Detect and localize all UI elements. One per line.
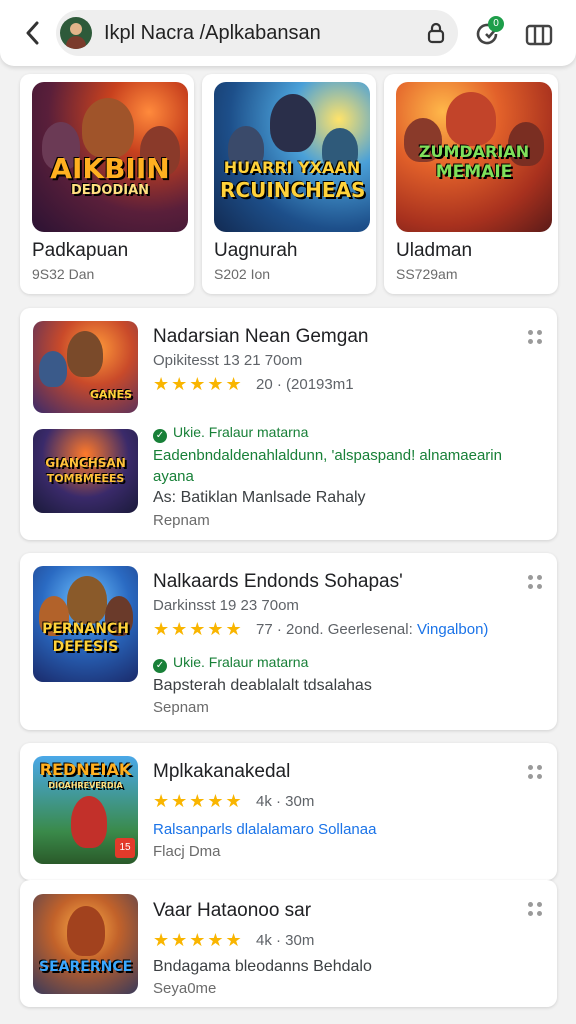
more-options-button[interactable] xyxy=(528,330,542,344)
more-options-button[interactable] xyxy=(528,575,542,589)
app-list-card[interactable]: REDNEIAK DIOAHREVERDIA 15 Mplkakanakedal… xyxy=(20,743,557,880)
app-title: Mplkakanakedal xyxy=(153,761,291,782)
app-footer-text: Flacj Dma xyxy=(153,843,221,860)
featured-app-subtitle: S202 Ion xyxy=(214,266,271,282)
character-figure xyxy=(71,796,107,848)
artwork-subtitle: DEDODIAN xyxy=(70,183,150,198)
app-description: Bndagama bleodanns Behdalo xyxy=(153,958,372,975)
rating-note: 4k · 30m xyxy=(256,932,315,949)
app-list-card[interactable]: GANES GIANCHSAN TOMBMEEES Nadarsian Nean… xyxy=(20,308,557,540)
verified-note: ✓ Ukie. Fralaur matarna xyxy=(153,424,308,443)
app-artwork: AIKBIIN DEDODIAN xyxy=(32,82,188,232)
artwork-subtitle: MEMAIE xyxy=(435,162,513,182)
app-meta: Opikitesst 13 21 70om xyxy=(153,352,303,369)
star-rating: ★★★★★ xyxy=(153,374,244,394)
app-footer-text: Repnam xyxy=(153,512,210,529)
app-icon: GANES xyxy=(33,321,138,413)
star-rating: ★★★★★ xyxy=(153,791,244,811)
featured-app-title: Uagnurah xyxy=(214,240,298,261)
artwork-title: ZUMDARIAN xyxy=(418,142,530,161)
more-options-button[interactable] xyxy=(528,902,542,916)
featured-app-title: Uladman xyxy=(396,240,473,261)
artwork-title: SEARERNCE xyxy=(39,959,133,975)
featured-app-card[interactable]: ZUMDARIAN MEMAIE Uladman SS729am xyxy=(384,74,558,294)
star-rating: ★★★★★ xyxy=(153,930,244,950)
artwork-subtitle: DIOAHREVERDIA xyxy=(48,781,123,790)
chevron-left-icon xyxy=(26,21,39,45)
app-meta: Darkinsst 19 23 70om xyxy=(153,597,299,614)
rating-note: 4k · 30m xyxy=(256,793,315,810)
back-button[interactable] xyxy=(20,20,46,46)
artwork-subtitle: DEFESIS xyxy=(52,639,119,655)
featured-app-card[interactable]: HUARRI YXAAN RCUINCHEAS Uagnurah S202 Io… xyxy=(202,74,376,294)
verified-text: Ukie. Fralaur matarna xyxy=(173,654,309,670)
app-icon: REDNEIAK DIOAHREVERDIA 15 xyxy=(33,756,138,864)
artwork-title: AIKBIIN xyxy=(50,152,170,185)
featured-app-subtitle: SS729am xyxy=(396,266,458,282)
app-title: Nalkaards Endonds Sohapas' xyxy=(153,571,403,592)
rating-note-text: 77 · 2ond. Geerlesenal: xyxy=(256,621,413,638)
artwork-subtitle: TOMBMEEES xyxy=(46,472,125,485)
star-rating: ★★★★★ xyxy=(153,619,244,639)
featured-app-subtitle: 9S32 Dan xyxy=(32,266,95,282)
character-figure xyxy=(39,351,67,387)
app-artwork: HUARRI YXAAN RCUINCHEAS xyxy=(214,82,370,232)
more-options-button[interactable] xyxy=(528,765,542,779)
lock-icon[interactable] xyxy=(426,22,446,44)
app-title: Nadarsian Nean Gemgan xyxy=(153,326,369,347)
featured-app-title: Padkapuan xyxy=(32,240,129,261)
rating-note: 77 · 2ond. Geerlesenal: Vingalbon) xyxy=(256,621,488,638)
top-app-bar: Ikpl Nacra /Aplkabansan 0 xyxy=(0,0,576,66)
character-figure xyxy=(82,98,134,158)
search-bar[interactable]: Ikpl Nacra /Aplkabansan xyxy=(56,10,458,56)
app-footer-text: Seya0me xyxy=(153,980,217,997)
artwork-title: PERNANCH xyxy=(42,621,129,637)
app-icon: GIANCHSAN TOMBMEEES xyxy=(33,429,138,513)
app-link[interactable]: Ralsanparls dlalalamaro Sollanaa xyxy=(153,821,376,838)
app-footer-text: Sepnam xyxy=(153,699,209,716)
notification-badge: 0 xyxy=(488,16,504,32)
artwork-title: GANES xyxy=(89,388,132,401)
verified-text: Ukie. Fralaur matarna xyxy=(173,424,309,440)
app-list-card[interactable]: PERNANCH DEFESIS Nalkaards Endonds Sohap… xyxy=(20,553,557,730)
library-icon[interactable] xyxy=(524,20,554,48)
character-figure xyxy=(270,94,316,152)
app-icon: PERNANCH DEFESIS xyxy=(33,566,138,682)
avatar[interactable] xyxy=(60,17,92,49)
search-query[interactable]: Ikpl Nacra /Aplkabansan xyxy=(104,22,321,45)
artwork-subtitle: RCUINCHEAS xyxy=(220,178,366,202)
verified-note: ✓ Ukie. Fralaur matarna xyxy=(153,654,308,673)
character-figure xyxy=(446,92,496,146)
character-figure xyxy=(67,906,105,956)
character-figure xyxy=(67,576,107,624)
app-description: Bapsterah deablalalt tdsalahas xyxy=(153,677,372,694)
check-icon: ✓ xyxy=(153,429,167,443)
rating-note: 20 · (20193m1 xyxy=(256,376,354,393)
app-list-card[interactable]: SEARERNCE Vaar Hataonoo sar ★★★★★ 4k · 3… xyxy=(20,880,557,1007)
artwork-title: GIANCHSAN xyxy=(45,456,126,470)
character-figure xyxy=(67,331,103,377)
age-badge: 15 xyxy=(115,838,135,858)
app-artwork: ZUMDARIAN MEMAIE xyxy=(396,82,552,232)
artwork-title: HUARRI YXAAN xyxy=(223,158,361,177)
app-description: As: Batiklan Manlsade Rahaly xyxy=(153,489,366,506)
feature-description: Eadenbndaldenahlaldunn, 'alspaspand! aln… xyxy=(153,447,502,485)
app-icon: SEARERNCE xyxy=(33,894,138,994)
app-title: Vaar Hataonoo sar xyxy=(153,900,312,921)
featured-app-card[interactable]: AIKBIIN DEDODIAN Padkapuan 9S32 Dan xyxy=(20,74,194,294)
check-icon: ✓ xyxy=(153,659,167,673)
artwork-title: REDNEIAK xyxy=(39,760,132,779)
rating-link[interactable]: Vingalbon) xyxy=(417,621,488,638)
